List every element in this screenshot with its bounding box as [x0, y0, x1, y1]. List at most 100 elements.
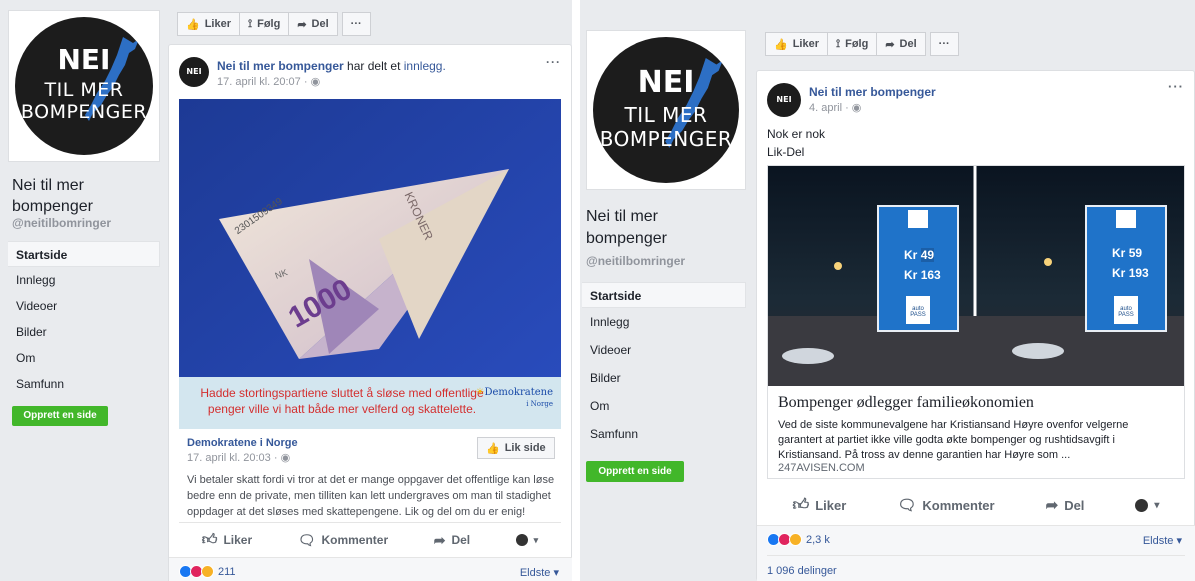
- share-page-label: Del: [311, 18, 329, 30]
- autopass-logo-right: auto PASS: [1118, 306, 1134, 318]
- shared-author[interactable]: Demokratene i Norge: [187, 437, 298, 449]
- share-button[interactable]: ➦ Del: [1046, 496, 1085, 514]
- link-title[interactable]: Bompenger ødlegger familieøkonomien: [778, 394, 1034, 412]
- nav-innlegg[interactable]: Innlegg: [8, 267, 160, 293]
- like-page-button[interactable]: 👍 Liker: [765, 32, 828, 56]
- profile-picture[interactable]: NEI TIL MER BOMPENGER: [8, 10, 160, 162]
- post-author[interactable]: Nei til mer bompenger: [217, 59, 344, 73]
- currency-label: Kr: [1112, 246, 1126, 260]
- page-title[interactable]: Nei til mer bompenger: [586, 206, 736, 251]
- nav-bilder[interactable]: Bilder: [8, 319, 160, 345]
- page-handle: @neitilbomringer: [586, 254, 686, 268]
- price-value: 49: [920, 248, 935, 262]
- nav-videoer[interactable]: Videoer: [8, 293, 160, 319]
- banner-strip: Hadde stortingspartiene sluttet å sløse …: [179, 377, 561, 429]
- reactions-summary[interactable]: 2,3 k: [767, 533, 830, 546]
- page-toolbar: 👍 Liker ⟟ Følg ➦ Del ···: [765, 32, 959, 56]
- like-shared-page-label: Lik side: [504, 442, 546, 454]
- like-button[interactable]: 👍︎ Liker: [793, 496, 847, 515]
- share-page-button[interactable]: ➦ Del: [289, 12, 338, 36]
- post-card: NEI Nei til mer bompenger 4. april · ◉ ·…: [756, 70, 1195, 581]
- nav-bilder[interactable]: Bilder: [582, 364, 746, 392]
- profile-picture[interactable]: NEI TIL MER BOMPENGER: [586, 30, 746, 190]
- post-text-line-1: Nok er nok: [767, 127, 826, 141]
- sort-comments-dropdown[interactable]: Eldste ▾: [1143, 534, 1182, 547]
- nav-om[interactable]: Om: [8, 345, 160, 371]
- create-page-button[interactable]: Opprett en side: [586, 461, 684, 482]
- post-image[interactable]: 1000 2301509349 KRONER NK Hadde storting…: [179, 99, 561, 429]
- post-options-icon[interactable]: ···: [546, 55, 561, 69]
- like-page-button[interactable]: 👍 Liker: [177, 12, 240, 36]
- follow-button[interactable]: ⟟ Følg: [240, 12, 290, 36]
- toll-price-1-left: Kr 49: [904, 248, 935, 262]
- post-avatar[interactable]: NEI: [767, 83, 801, 117]
- chevron-down-icon: ▾: [1154, 499, 1160, 511]
- reaction-selector[interactable]: ▾: [515, 534, 539, 546]
- comment-label: Kommenter: [321, 533, 389, 547]
- post-action-link[interactable]: innlegg.: [404, 59, 446, 73]
- sort-comments-dropdown[interactable]: Eldste ▾: [520, 566, 559, 579]
- link-image: Kr 49 Kr 163 Kr 59 Kr 193 auto PASS auto…: [768, 166, 1184, 386]
- reactions-summary[interactable]: 211: [179, 565, 236, 578]
- thumbs-up-outline-icon: 👍︎: [201, 531, 218, 548]
- like-shared-page-button[interactable]: 👍 Lik side: [477, 437, 555, 459]
- banner-logo-text: Demokratene: [484, 387, 553, 398]
- reaction-selector[interactable]: ▾: [1135, 498, 1160, 512]
- nav-innlegg[interactable]: Innlegg: [582, 308, 746, 336]
- nav-startside[interactable]: Startside: [582, 282, 746, 308]
- shared-time[interactable]: 17. april kl. 20:03 ·: [187, 452, 281, 464]
- sidebar-nav: Startside Innlegg Videoer Bilder Om Samf…: [582, 282, 746, 448]
- comment-bubble-icon: 🗨︎: [297, 531, 316, 548]
- divider: [767, 555, 1185, 556]
- chevron-down-icon: ▾: [533, 534, 539, 545]
- create-page-button[interactable]: Opprett en side: [12, 406, 108, 426]
- like-page-label: Liker: [204, 18, 231, 30]
- post-author[interactable]: Nei til mer bompenger: [809, 85, 936, 99]
- post-options-icon[interactable]: ···: [1168, 79, 1184, 94]
- share-arrow-icon: ➦: [1045, 497, 1059, 514]
- nav-videoer[interactable]: Videoer: [582, 336, 746, 364]
- logo-nei: NEI: [57, 43, 111, 76]
- like-button[interactable]: 👍︎ Liker: [202, 531, 252, 549]
- toll-price-2-right: Kr 193: [1112, 266, 1149, 280]
- nav-om[interactable]: Om: [582, 392, 746, 420]
- user-avatar-icon: [515, 534, 528, 546]
- post-time[interactable]: 17. april kl. 20:07 ·: [217, 76, 311, 88]
- currency-label: Kr: [1112, 266, 1126, 280]
- comment-button[interactable]: 🗨︎ Kommenter: [897, 496, 994, 514]
- link-preview[interactable]: Kr 49 Kr 163 Kr 59 Kr 193 auto PASS auto…: [767, 165, 1185, 479]
- price-value: 59: [1128, 246, 1143, 260]
- post-action-text: har delt et: [347, 59, 401, 73]
- globe-icon: ◉: [851, 102, 862, 114]
- logo-line-1: TIL MER: [624, 103, 708, 127]
- post-meta: 17. april kl. 20:07 · ◉: [217, 75, 320, 88]
- more-options-button[interactable]: ···: [929, 32, 959, 56]
- post-time[interactable]: 4. april ·: [809, 102, 852, 114]
- nav-startside[interactable]: Startside: [8, 241, 160, 267]
- banner-text: Hadde stortingspartiene sluttet å sløse …: [200, 386, 484, 417]
- share-page-button[interactable]: ➦ Del: [877, 32, 926, 56]
- like-label: Liker: [815, 497, 847, 513]
- shares-count[interactable]: 1 096 delinger: [767, 565, 837, 577]
- follow-button[interactable]: ⟟ Følg: [828, 32, 878, 56]
- share-label: Del: [451, 533, 471, 547]
- nav-samfunn[interactable]: Samfunn: [8, 371, 160, 397]
- thumbs-up-outline-icon: 👍︎: [792, 496, 810, 514]
- price-value: 193: [1128, 266, 1149, 280]
- logo-circle: NEI TIL MER BOMPENGER: [593, 37, 739, 183]
- currency-label: Kr: [904, 248, 918, 262]
- follow-label: Følg: [257, 18, 281, 30]
- comment-label: Kommenter: [922, 497, 995, 513]
- more-options-button[interactable]: ···: [341, 12, 371, 36]
- post-author-line: Nei til mer bompenger har delt et innleg…: [217, 59, 446, 73]
- nav-samfunn[interactable]: Samfunn: [582, 420, 746, 448]
- logo-line-1: TIL MER: [44, 79, 124, 101]
- share-label: Del: [1064, 497, 1085, 513]
- comment-button[interactable]: 🗨︎ Kommenter: [298, 532, 388, 549]
- right-screenshot: NEI TIL MER BOMPENGER Nei til mer bompen…: [580, 0, 1195, 581]
- shared-meta: 17. april kl. 20:03 · ◉: [187, 451, 290, 464]
- page-title[interactable]: Nei til mer bompenger: [12, 176, 152, 218]
- share-button[interactable]: ➦ Del: [434, 532, 470, 549]
- sad-reaction-icon: [789, 533, 802, 546]
- post-avatar[interactable]: NEI: [179, 57, 209, 87]
